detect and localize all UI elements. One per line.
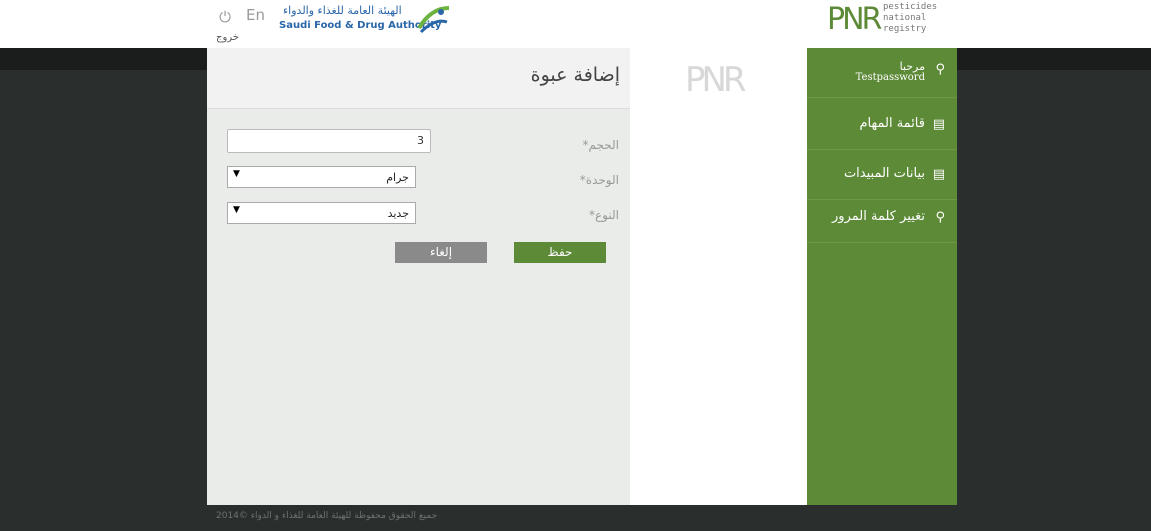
unit-select[interactable]: جرام ▼ [227,166,416,188]
dropdown-arrow-icon: ▼ [233,205,240,215]
sidebar-item-change-password[interactable]: ⚲ تغيير كلمة المرور [807,193,957,243]
sidebar-item-label: تغيير كلمة المرور [832,209,925,224]
dropdown-arrow-icon: ▼ [233,169,240,179]
cancel-button[interactable]: إلغاء [395,242,487,263]
list-icon: ▤ [932,167,945,182]
sidebar-item-label: قائمة المهام [859,116,925,131]
username: Testpassword [855,72,925,83]
sidebar-item-tasks[interactable]: ▤ قائمة المهام [807,100,957,150]
page-title: إضافة عبوة [530,64,620,86]
sidebar: ⚲ مرحبا Testpassword ▤ قائمة المهام ▤ بي… [807,48,957,505]
pnr-words: pesticides national registry [883,2,938,34]
sfda-name-ar: الهيئة العامة للغذاء والدواء [283,4,402,17]
language-toggle[interactable]: En [246,6,265,24]
size-input[interactable]: 3 [227,129,431,153]
size-label: الحجم* [582,138,619,152]
list-icon: ▤ [932,117,945,132]
top-header [0,0,1151,48]
type-label: النوع* [589,208,619,222]
key-icon: ⚲ [935,210,945,225]
unit-label: الوحدة* [579,173,619,187]
copyright-text: جميع الحقوق محفوظة للهيئة العامة للغذاء … [216,511,438,521]
footer: جميع الحقوق محفوظة للهيئة العامة للغذاء … [207,505,807,531]
content-area: PNR [630,48,807,505]
sidebar-welcome: ⚲ مرحبا Testpassword [807,48,957,98]
pnr-mark: PNR [827,2,882,37]
power-icon[interactable]: ⏻ [216,8,234,26]
type-select[interactable]: جديد ▼ [227,202,416,224]
sfda-emblem-icon [417,6,450,34]
panel-title-bar: إضافة عبوة [207,48,630,109]
pnr-logo: PNR pesticides national registry [827,2,957,40]
sfda-logo: الهيئة العامة للغذاء والدواء Saudi Food … [277,4,452,38]
key-icon: ⚲ [935,62,945,77]
pnr-watermark: PNR [685,60,747,100]
logout-link[interactable]: خروج [216,32,239,43]
sidebar-item-label: بيانات المبيدات [843,166,925,181]
add-package-panel: إضافة عبوة الحجم* 3 الوحدة* جرام ▼ النوع… [207,48,630,505]
save-button[interactable]: حفظ [514,242,606,263]
